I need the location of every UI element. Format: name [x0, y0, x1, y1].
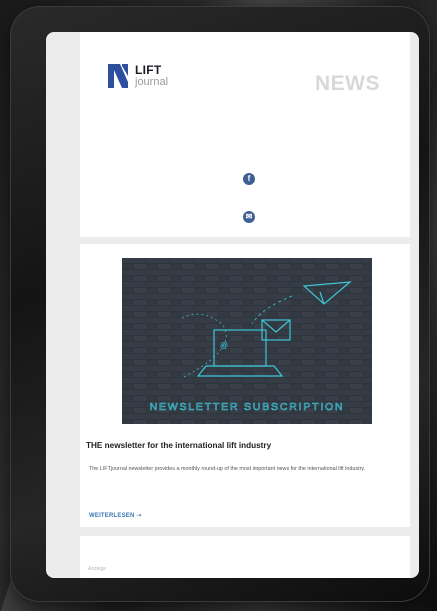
facebook-icon[interactable]: f — [243, 173, 255, 185]
next-card: Anzeige — [80, 536, 410, 578]
svg-text:@: @ — [220, 341, 228, 350]
hero-image-caption: NEWSLETTER SUBSCRIPTION — [150, 401, 345, 413]
logo-n-mark — [108, 64, 128, 88]
article-title[interactable]: THE newsletter for the international lif… — [86, 441, 271, 450]
tablet-frame: LIFT journal NEWS f ✉ @ NEWSLETTER SUBSC… — [10, 6, 430, 602]
logo-journal-text: journal — [135, 76, 169, 88]
logo-lift-text: LIFT — [135, 63, 162, 77]
mail-icon[interactable]: ✉ — [243, 211, 255, 223]
section-title: NEWS — [315, 72, 380, 95]
read-more-link[interactable]: WEITERLESEN ➝ — [89, 512, 142, 519]
article-summary: The LIFTjournal newsletter provides a mo… — [89, 466, 366, 472]
liftjournal-logo[interactable]: LIFT journal — [106, 62, 168, 90]
tablet-screen: LIFT journal NEWS f ✉ @ NEWSLETTER SUBSC… — [46, 32, 419, 578]
next-card-label: Anzeige — [88, 566, 107, 572]
newsletter-header: LIFT journal NEWS f ✉ — [80, 32, 410, 237]
article-card: @ NEWSLETTER SUBSCRIPTION THE newsletter… — [80, 244, 410, 527]
newsletter-hero-image[interactable]: @ NEWSLETTER SUBSCRIPTION — [122, 258, 372, 424]
